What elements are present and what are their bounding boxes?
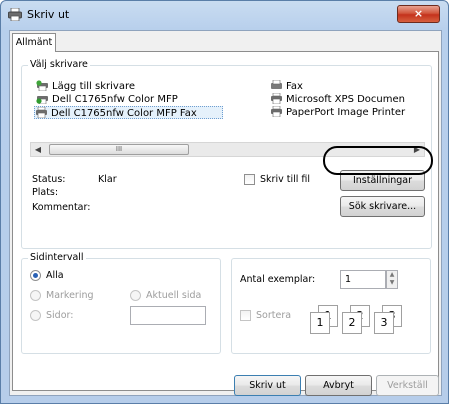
printer-item-xps[interactable]: Microsoft XPS Documen <box>270 93 405 106</box>
printer-name: Dell C1765nfw Color MFP <box>52 94 178 105</box>
printer-name: Dell C1765nfw Color MFP Fax <box>51 108 197 119</box>
copies-input[interactable]: 1 <box>340 270 386 289</box>
copies-spinner[interactable]: ▲ ▼ <box>386 270 398 289</box>
spin-down-icon[interactable]: ▼ <box>390 279 395 286</box>
copies-value: 1 <box>345 274 352 285</box>
printer-icon <box>271 93 282 104</box>
printer-name: Microsoft XPS Documen <box>286 94 405 105</box>
selection-label: Markering <box>46 290 94 301</box>
all-pages-label[interactable]: Alla <box>46 270 64 281</box>
spin-up-icon[interactable]: ▲ <box>390 271 395 278</box>
printer-item-fax[interactable]: Fax <box>270 80 303 93</box>
window-title: Skriv ut <box>27 8 70 21</box>
all-pages-radio[interactable] <box>30 270 41 281</box>
printer-list[interactable]: Lägg till skrivare Dell C1765nfw Color M… <box>30 78 425 134</box>
collate-label: Sortera <box>256 310 292 321</box>
close-button[interactable]: × <box>397 5 440 23</box>
pages-input[interactable] <box>130 306 206 325</box>
default-printer-icon <box>36 96 48 104</box>
printer-icon <box>36 107 47 118</box>
print-to-file-label[interactable]: Skriv till fil <box>260 174 310 185</box>
select-printer-legend: Välj skrivare <box>28 59 90 70</box>
print-dialog-window: Skriv ut × Allmänt Välj skrivare Lägg ti… <box>0 0 449 404</box>
location-label: Plats: <box>32 187 59 198</box>
apply-button[interactable]: Verkställ <box>376 375 439 396</box>
printer-name: Lägg till skrivare <box>52 81 135 92</box>
collate-page-1a: 1 <box>310 312 330 334</box>
print-button[interactable]: Skriv ut <box>234 375 301 396</box>
printer-name: PaperPort Image Printer <box>286 107 406 118</box>
dialog-client-area: Allmänt Välj skrivare Lägg till skrivare <box>9 30 442 396</box>
selection-radio[interactable] <box>30 290 41 301</box>
close-icon: × <box>413 7 424 20</box>
general-tab-panel: Välj skrivare Lägg till skrivare Dell C1… <box>12 51 439 391</box>
comment-label: Kommentar: <box>32 202 91 213</box>
status-value: Klar <box>98 174 117 185</box>
printer-name: Fax <box>286 81 303 92</box>
printer-icon <box>271 106 282 117</box>
collate-checkbox[interactable] <box>240 310 251 321</box>
title-bar[interactable]: Skriv ut × <box>1 1 448 29</box>
page-range-legend: Sidintervall <box>28 252 86 263</box>
current-page-label: Aktuell sida <box>146 290 202 301</box>
cancel-button[interactable]: Avbryt <box>305 375 372 396</box>
scroll-left-icon[interactable]: ◀ <box>32 144 44 155</box>
printer-icon <box>8 8 22 21</box>
find-printer-button[interactable]: Sök skrivare... <box>340 196 425 217</box>
copies-group: Antal exemplar: 1 ▲ ▼ Sortera 1 1 2 2 3 … <box>231 258 431 354</box>
printer-item-dell-mfp-fax[interactable]: Dell C1765nfw Color MFP Fax <box>34 106 223 119</box>
collate-page-3a: 3 <box>374 312 394 334</box>
add-printer-icon <box>36 80 48 91</box>
printer-item-add-printer[interactable]: Lägg till skrivare <box>36 80 135 93</box>
print-to-file-checkbox[interactable] <box>244 174 255 185</box>
current-page-radio[interactable] <box>130 290 141 301</box>
collate-page-2a: 2 <box>342 312 362 334</box>
printer-item-paperport[interactable]: PaperPort Image Printer <box>270 106 405 119</box>
pages-label: Sidor: <box>46 310 74 321</box>
pages-radio[interactable] <box>30 310 41 321</box>
tab-general[interactable]: Allmänt <box>12 33 56 52</box>
copies-label: Antal exemplar: <box>240 274 316 285</box>
status-label: Status: <box>32 174 66 185</box>
page-range-group: Sidintervall Alla Markering Aktuell sida… <box>21 252 221 354</box>
scrollbar-thumb[interactable]: III <box>49 144 189 155</box>
scrollbar-grip: III <box>115 145 123 153</box>
fax-icon <box>271 80 282 89</box>
printer-item-dell-mfp[interactable]: Dell C1765nfw Color MFP <box>36 93 178 106</box>
preferences-highlight-ring <box>323 146 433 175</box>
